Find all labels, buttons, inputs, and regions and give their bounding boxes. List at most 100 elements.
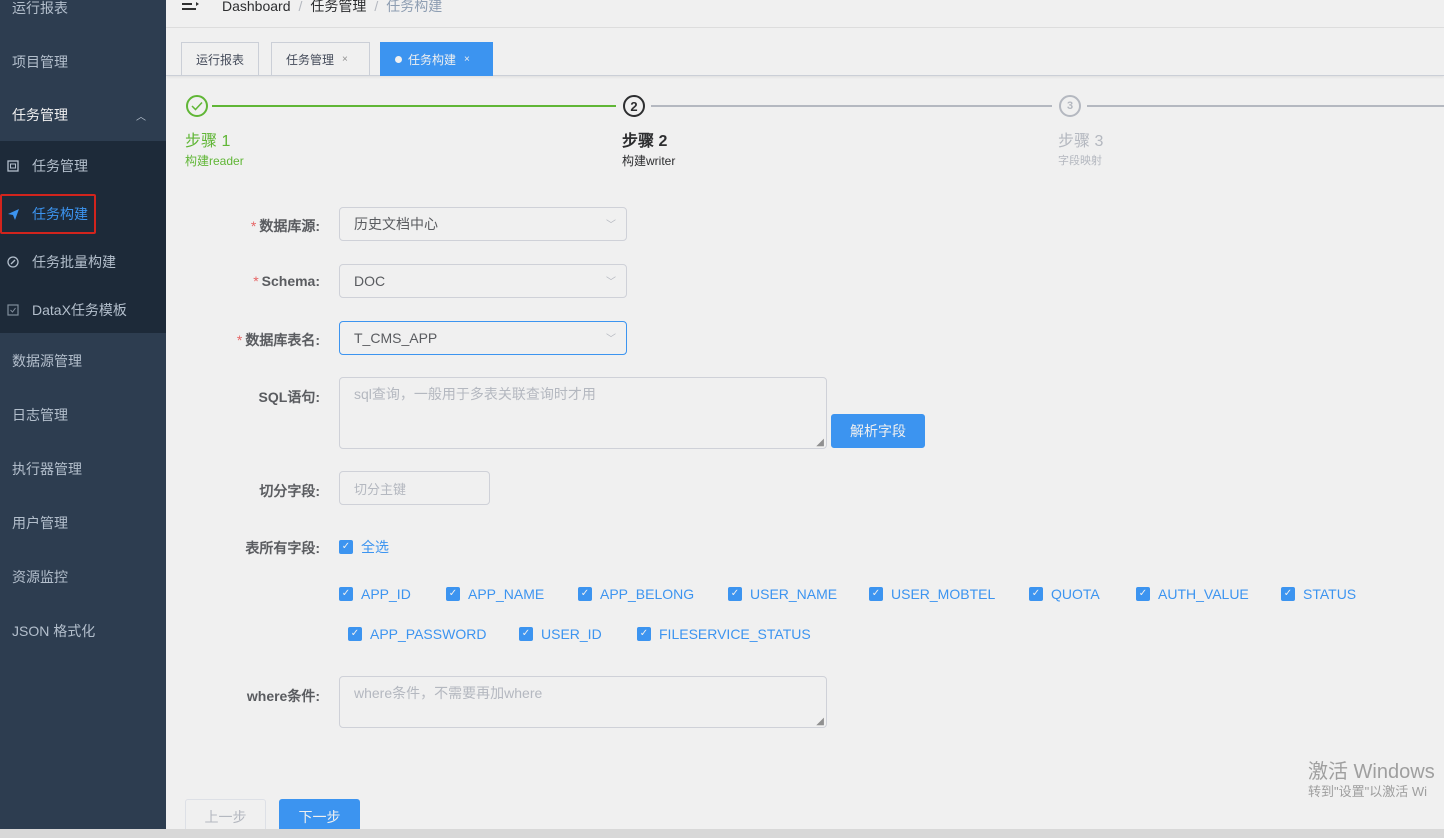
step-3-title: 步骤 3 — [1058, 133, 1104, 150]
sidebar-item-label: 项目管理 — [12, 54, 68, 70]
active-dot-icon — [395, 55, 402, 63]
chevron-up-icon: ︿ — [136, 111, 146, 123]
sidebar-item-label: 执行器管理 — [12, 461, 82, 477]
sidebar-item-project[interactable]: 项目管理 — [0, 35, 166, 89]
all-fields-label: 表所有字段: — [245, 540, 320, 556]
step-1-check-icon — [186, 95, 208, 117]
checkmark-icon: ✓ — [339, 587, 353, 601]
breadcrumb-task-manage[interactable]: 任务管理 — [310, 0, 366, 14]
checkmark-icon: ✓ — [339, 540, 353, 554]
field-checkbox[interactable]: ✓ APP_BELONG — [578, 586, 694, 602]
sidebar-item-report[interactable]: 运行报表 — [0, 0, 166, 35]
sidebar: 运行报表 项目管理 任务管理 ︿ 任务管理 任务构建 任务批量构建 DataX任务… — [0, 0, 166, 838]
datasource-value: 历史文档中心 — [354, 216, 438, 232]
sql-textarea[interactable]: sql查询，一般用于多表关联查询时才用 ◢ — [339, 377, 827, 449]
field-checkbox[interactable]: ✓ FILESERVICE_STATUS — [637, 626, 811, 642]
sidebar-subitem-task-manage[interactable]: 任务管理 — [0, 142, 166, 190]
step-3-line — [1087, 105, 1444, 107]
field-checkbox[interactable]: ✓ STATUS — [1281, 586, 1356, 602]
sidebar-item-label: 任务管理 — [12, 107, 68, 123]
sql-placeholder: sql查询，一般用于多表关联查询时才用 — [354, 386, 596, 402]
table-select[interactable]: T_CMS_APP ﹀ — [339, 321, 627, 355]
step-1-line — [212, 105, 616, 107]
sidebar-item-label: 用户管理 — [12, 515, 68, 531]
sidebar-item-label: 资源监控 — [12, 569, 68, 585]
split-label: 切分字段: — [259, 483, 320, 499]
resize-grip-icon[interactable]: ◢ — [816, 437, 824, 448]
table-value: T_CMS_APP — [354, 330, 438, 346]
split-input[interactable]: 切分主键 — [339, 471, 490, 505]
datasource-select[interactable]: 历史文档中心 ﹀ — [339, 207, 627, 241]
sidebar-item-task[interactable]: 任务管理 ︿ — [0, 88, 166, 142]
step-1-title: 步骤 1 — [185, 133, 231, 150]
checkmark-icon: ✓ — [348, 627, 362, 641]
sidebar-item-label: 运行报表 — [12, 0, 68, 16]
checkmark-icon: ✓ — [446, 587, 460, 601]
tags-view: 运行报表 任务管理 × 任务构建 × — [166, 28, 1444, 76]
field-checkbox[interactable]: ✓ APP_NAME — [446, 586, 544, 602]
sql-label: SQL语句: — [258, 389, 320, 405]
sidebar-item-json[interactable]: JSON 格式化 — [0, 604, 166, 658]
field-checkbox[interactable]: ✓ QUOTA — [1029, 586, 1100, 602]
tag-report[interactable]: 运行报表 — [181, 42, 260, 76]
windows-watermark-title: 激活 Windows — [1308, 761, 1435, 783]
breadcrumb: Dashboard / 任务管理 / 任务构建 — [222, 0, 443, 14]
step-2-desc: 构建writer — [622, 154, 676, 168]
step-3-desc: 字段映射 — [1058, 155, 1102, 167]
breadcrumb-current: 任务构建 — [386, 0, 443, 14]
schema-select[interactable]: DOC ﹀ — [339, 264, 627, 298]
split-placeholder: 切分主键 — [354, 481, 407, 497]
sidebar-item-label: JSON 格式化 — [12, 623, 96, 639]
template-icon — [6, 303, 20, 317]
step-1-desc: 构建reader — [185, 154, 244, 168]
field-checkbox[interactable]: ✓ USER_MOBTEL — [869, 586, 995, 602]
schema-label: * Schema: — [253, 273, 320, 289]
schema-value: DOC — [354, 273, 386, 289]
highlight-box — [0, 194, 96, 234]
checkmark-icon: ✓ — [578, 587, 592, 601]
close-icon[interactable]: × — [342, 54, 348, 65]
step-3-circle: 3 — [1059, 95, 1081, 117]
step-2-title: 步骤 2 — [622, 133, 668, 150]
resize-grip-icon[interactable]: ◢ — [816, 716, 824, 727]
field-checkbox[interactable]: ✓ USER_NAME — [728, 586, 837, 602]
field-checkbox[interactable]: ✓ USER_ID — [519, 626, 602, 642]
field-checkbox[interactable]: ✓ APP_PASSWORD — [348, 626, 486, 642]
step-2-line — [651, 105, 1052, 107]
checkmark-icon: ✓ — [519, 627, 533, 641]
select-all-checkbox[interactable]: ✓ 全选 — [339, 537, 389, 557]
sidebar-subitem-label: 任务批量构建 — [32, 254, 116, 270]
sidebar-subitem-label: DataX任务模板 — [32, 302, 127, 318]
breadcrumb-dashboard[interactable]: Dashboard — [222, 0, 291, 14]
tag-label: 任务构建 — [408, 52, 457, 67]
step-2-index: 2 — [630, 98, 638, 114]
step-3-index: 3 — [1066, 100, 1074, 112]
checkmark-icon: ✓ — [728, 587, 742, 601]
sidebar-subitem-label: 任务管理 — [32, 158, 88, 174]
sidebar-item-monitor[interactable]: 资源监控 — [0, 550, 166, 604]
checkmark-icon: ✓ — [869, 587, 883, 601]
chevron-down-icon: ﹀ — [606, 277, 616, 288]
tag-label: 运行报表 — [196, 52, 245, 67]
checkmark-icon: ✓ — [1136, 587, 1150, 601]
checkmark-icon: ✓ — [637, 627, 651, 641]
sidebar-item-label: 数据源管理 — [12, 353, 82, 369]
tag-label: 任务管理 — [286, 52, 335, 67]
calendar-icon — [6, 159, 20, 173]
navbar: Dashboard / 任务管理 / 任务构建 — [166, 0, 1444, 28]
close-icon[interactable]: × — [464, 54, 470, 65]
where-label: where条件: — [246, 688, 320, 704]
where-placeholder: where条件，不需要再加where — [354, 685, 543, 701]
tag-task-build[interactable]: 任务构建 × — [380, 42, 493, 76]
field-checkbox[interactable]: ✓ APP_ID — [339, 586, 411, 602]
hamburger-icon[interactable] — [182, 0, 200, 17]
bottom-scrollbar — [0, 829, 1444, 838]
parse-fields-button[interactable]: 解析字段 — [831, 414, 925, 448]
dashboard-icon — [6, 255, 20, 269]
step-2-circle: 2 — [623, 95, 645, 117]
where-textarea[interactable]: where条件，不需要再加where ◢ — [339, 676, 827, 728]
field-checkbox[interactable]: ✓ AUTH_VALUE — [1136, 586, 1249, 602]
sidebar-subitem-datax-template[interactable]: DataX任务模板 — [0, 286, 166, 334]
chevron-down-icon: ﹀ — [606, 334, 616, 345]
tag-task-manage[interactable]: 任务管理 × — [271, 42, 370, 76]
